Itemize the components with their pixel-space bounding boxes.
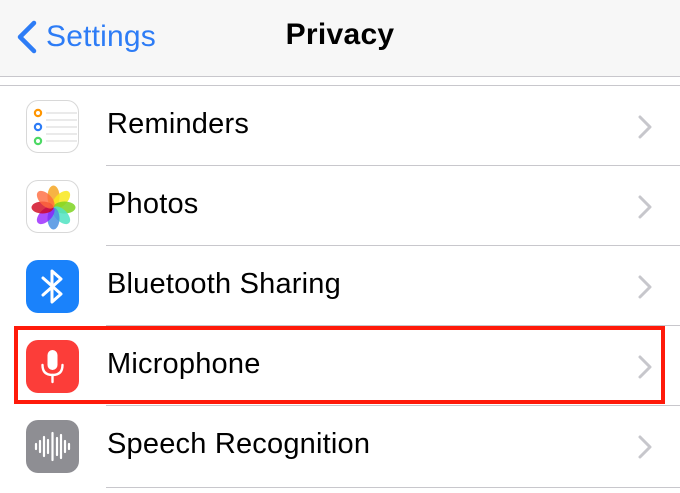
chevron-right-icon — [638, 115, 652, 139]
photos-icon — [26, 180, 79, 233]
list-item-label: Speech Recognition — [107, 428, 371, 460]
list-item-label: Reminders — [107, 108, 250, 140]
privacy-list: Reminders Photos Bluetooth Sharing Micro… — [0, 86, 680, 486]
list-item-bluetooth-sharing[interactable]: Bluetooth Sharing — [0, 246, 680, 326]
list-item-photos[interactable]: Photos — [0, 166, 680, 246]
speech-recognition-icon — [26, 420, 79, 473]
reminders-icon — [26, 100, 79, 153]
list-item-reminders[interactable]: Reminders — [0, 86, 680, 166]
navigation-bar: Settings Privacy — [0, 0, 680, 77]
chevron-right-icon — [638, 355, 652, 379]
chevron-right-icon — [638, 195, 652, 219]
list-item-microphone[interactable]: Microphone — [0, 326, 680, 406]
page-title: Privacy — [285, 18, 395, 51]
microphone-icon — [26, 340, 79, 393]
list-item-label: Microphone — [107, 348, 261, 380]
list-top-separator — [0, 77, 680, 86]
chevron-right-icon — [638, 435, 652, 459]
list-item-label: Photos — [107, 188, 199, 220]
list-item-label: Bluetooth Sharing — [107, 268, 341, 300]
list-item-speech-recognition[interactable]: Speech Recognition — [0, 406, 680, 486]
bluetooth-icon — [26, 260, 79, 313]
row-separator — [106, 487, 680, 488]
chevron-right-icon — [638, 275, 652, 299]
